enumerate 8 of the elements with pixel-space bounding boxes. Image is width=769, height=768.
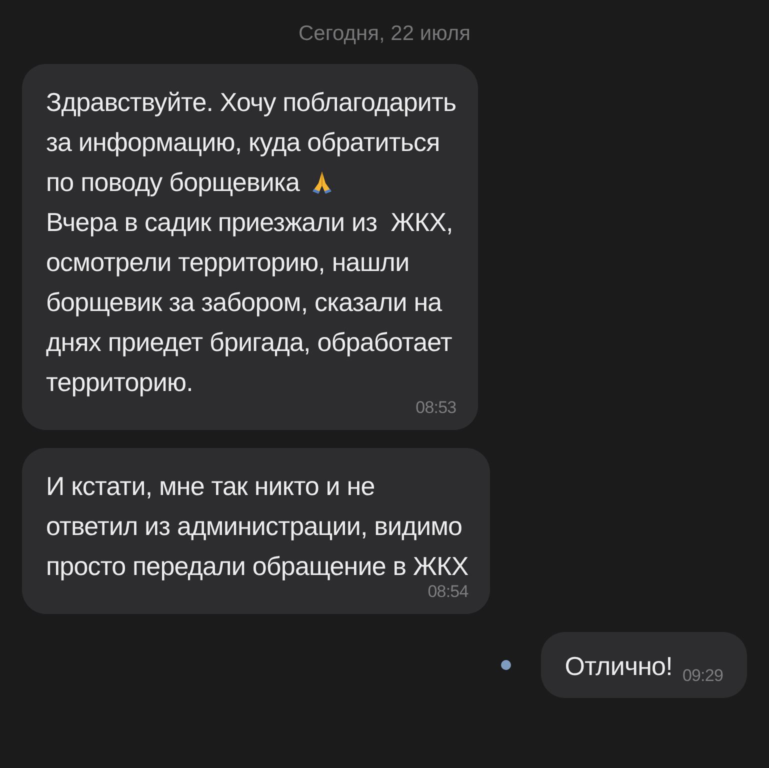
message-text: И кстати, мне так никто и не ответил из администрации, видимо просто передали обращение в ЖКХ bbox=[46, 471, 468, 581]
message-time: 08:53 bbox=[416, 398, 456, 418]
message-text: Вчера в садик приезжали из ЖКХ, осмотрели территорию, нашли борщевик за забором, сказали на днях приедет бригада, обработает территорию. bbox=[46, 207, 453, 397]
date-separator: Сегодня, 22 июля bbox=[298, 22, 472, 46]
message-time: 08:54 bbox=[428, 582, 468, 602]
message-text: по поводу борщевика bbox=[46, 166, 300, 199]
message-time: 09:29 bbox=[682, 666, 723, 686]
message-text: Отлично! bbox=[564, 651, 672, 681]
